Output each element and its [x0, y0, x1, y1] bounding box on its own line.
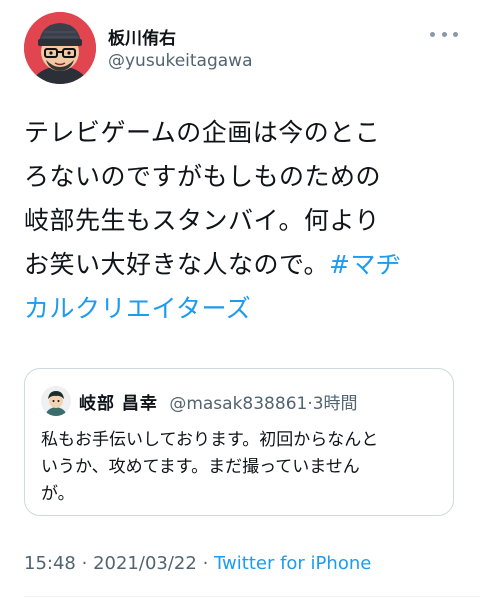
quoted-avatar-face-icon	[41, 386, 71, 416]
dot	[453, 31, 458, 37]
quoted-author-name[interactable]: 岐部 昌幸	[79, 394, 158, 414]
hashtag-link[interactable]: #マヂ	[329, 250, 401, 279]
tweet-line: 岐部先生もスタンバイ。何より	[24, 206, 381, 235]
quoted-tweet-text: 私もお手伝いしております。初回からなんと いうか、攻めてます。まだ撮っていません…	[41, 427, 441, 508]
tweet-line: カルクリエイターズ	[24, 287, 464, 331]
tweet-header: 板川侑右 @yusukeitagawa	[0, 0, 480, 92]
meta-separator: ·	[202, 553, 209, 574]
dot	[441, 31, 447, 37]
quoted-time: 3時間	[312, 394, 358, 414]
quoted-line: いうか、攻めてます。まだ撮っていません	[41, 457, 360, 477]
author-handle[interactable]: @yusukeitagawa	[108, 51, 253, 71]
tweet-text: テレビゲームの企画は今のとこ ろないのですがもしものための 岐部先生もスタンバイ…	[24, 111, 464, 331]
quoted-author-handle[interactable]: @masak838861	[169, 394, 307, 414]
divider	[24, 596, 480, 597]
quoted-line: が。	[41, 484, 75, 504]
author-display-name[interactable]: 板川侑右	[108, 24, 176, 49]
tweet-line-text: お笑い大好きな人なので。	[24, 250, 330, 279]
tweet-source-link[interactable]: Twitter for iPhone	[214, 553, 371, 574]
tweet-meta: 15:48 · 2021/03/22 · Twitter for iPhone	[24, 553, 371, 574]
quoted-tweet-card[interactable]: 岐部 昌幸 @masak838861·3時間 私もお手伝いしております。初回から…	[24, 368, 454, 516]
quoted-line: 私もお手伝いしております。初回からなんと	[41, 430, 379, 450]
more-options-icon[interactable]	[430, 22, 458, 46]
quoted-author-avatar[interactable]	[41, 386, 71, 416]
quoted-tweet-header: 岐部 昌幸 @masak838861·3時間	[79, 389, 358, 414]
hashtag-link-continued[interactable]: カルクリエイターズ	[24, 294, 251, 323]
tweet-time[interactable]: 15:48	[24, 553, 76, 574]
tweet-line: ろないのですがもしものための	[24, 162, 382, 191]
tweet-line: テレビゲームの企画は今のとこ	[24, 118, 381, 147]
meta-separator: ·	[81, 553, 88, 574]
author-avatar[interactable]	[24, 12, 96, 84]
tweet-date[interactable]: 2021/03/22	[93, 553, 197, 574]
cartoon-face-icon	[24, 12, 96, 84]
tweet-line-with-hashtag: お笑い大好きな人なので。#マヂ	[24, 243, 464, 287]
dot	[430, 31, 435, 37]
